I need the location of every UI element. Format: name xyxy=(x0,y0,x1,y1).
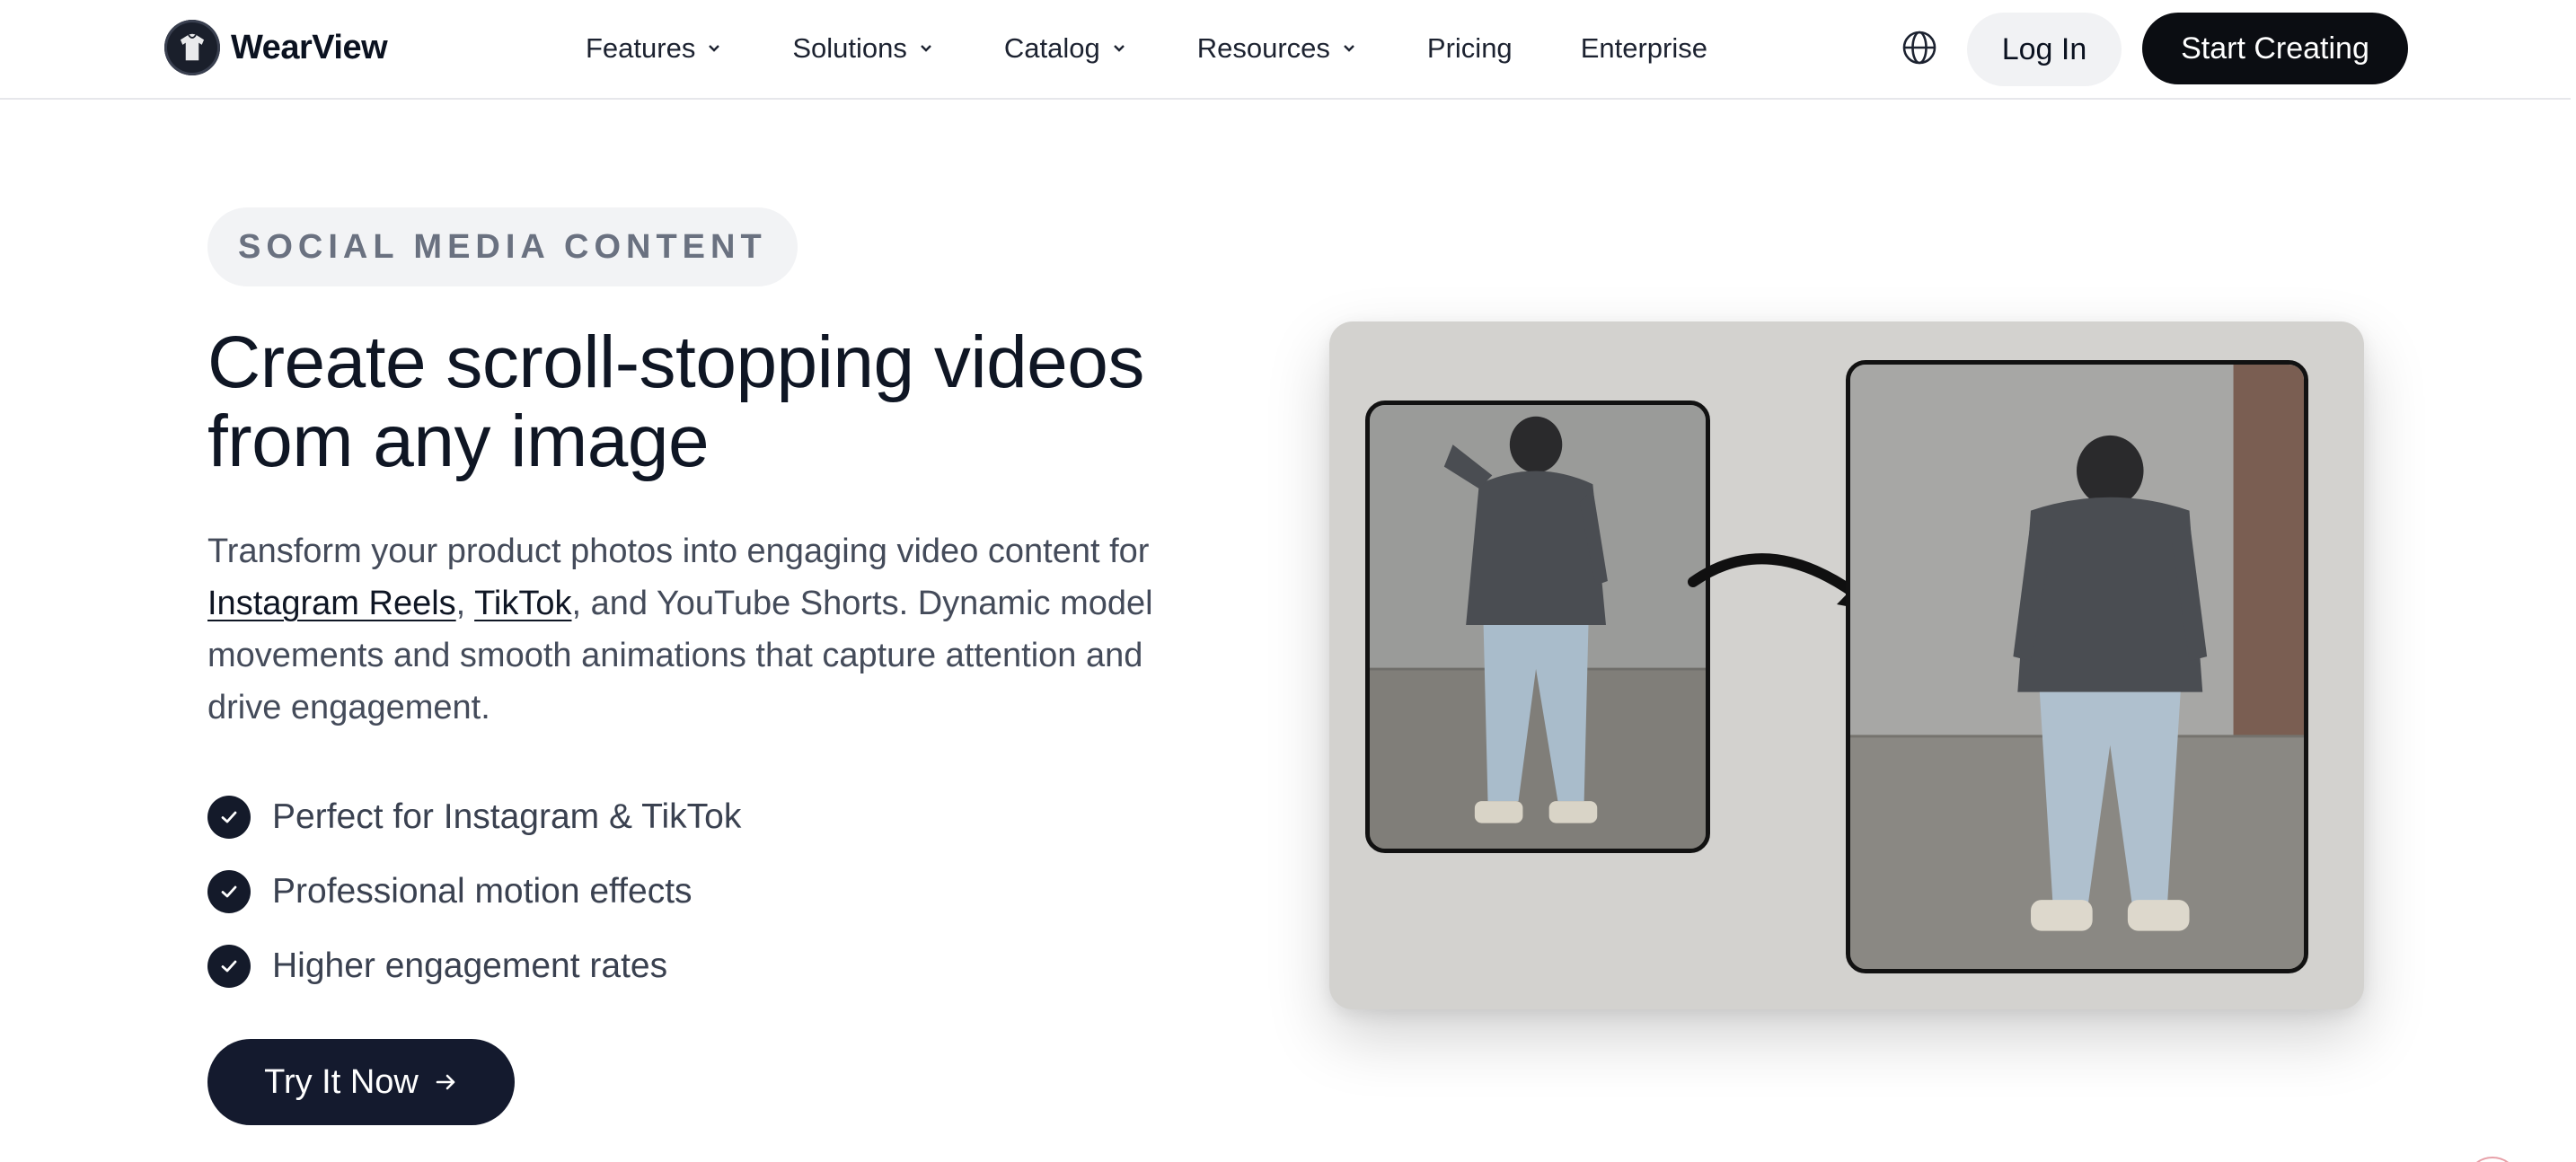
hoodie-logo-icon xyxy=(164,20,220,75)
headline-line-2: from any image xyxy=(207,401,710,482)
model-standing-hand-on-cap-photo xyxy=(1365,401,1710,853)
site-header: WearView Features Solutions Catalog Reso… xyxy=(0,0,2571,100)
nav-item-pricing[interactable]: Pricing xyxy=(1427,32,1513,65)
instagram-reels-link[interactable]: Instagram Reels xyxy=(207,585,456,622)
brand-name: WearView xyxy=(231,28,388,66)
feature-text: Professional motion effects xyxy=(272,871,693,911)
section-headline: Create scroll-stopping videos from any i… xyxy=(207,323,1249,481)
nav-item-catalog[interactable]: Catalog xyxy=(1004,32,1127,65)
list-item: Professional motion effects xyxy=(207,854,741,929)
nav-item-label: Solutions xyxy=(792,32,907,64)
check-circle-icon xyxy=(207,944,251,988)
section-description: Transform your product photos into engag… xyxy=(207,525,1160,734)
check-circle-icon xyxy=(207,795,251,839)
nav-item-features[interactable]: Features xyxy=(586,32,722,65)
description-lead: Transform your product photos into engag… xyxy=(207,533,1150,570)
feature-text: Perfect for Instagram & TikTok xyxy=(272,797,742,836)
check-circle-icon xyxy=(207,869,251,913)
floating-chat-button[interactable] xyxy=(2466,1157,2519,1162)
feature-text: Higher engagement rates xyxy=(272,946,668,985)
nav-item-label: Resources xyxy=(1196,32,1330,64)
nav-item-label: Pricing xyxy=(1426,32,1513,64)
list-item: Perfect for Instagram & TikTok xyxy=(207,779,741,854)
nav-item-label: Catalog xyxy=(1003,32,1100,64)
start-creating-button[interactable]: Start Creating xyxy=(2142,13,2408,84)
nav-item-resources[interactable]: Resources xyxy=(1197,32,1357,65)
before-after-visual-card xyxy=(1329,321,2364,1009)
page: WearView Features Solutions Catalog Reso… xyxy=(0,0,2576,1162)
chevron-down-icon xyxy=(706,43,722,54)
chevron-down-icon xyxy=(918,43,934,54)
chevron-down-icon xyxy=(1111,43,1127,54)
arrow-right-icon xyxy=(435,1072,458,1092)
headline-line-1: Create scroll-stopping videos xyxy=(207,321,1144,403)
description-separator: , xyxy=(455,585,475,622)
login-button[interactable]: Log In xyxy=(1967,13,2122,86)
model-looking-down-photo xyxy=(1846,360,2308,973)
feature-list: Perfect for Instagram & TikTok Professio… xyxy=(207,779,741,1003)
nav-item-label: Features xyxy=(586,32,696,64)
section-eyebrow-badge: SOCIAL MEDIA CONTENT xyxy=(207,207,798,286)
tiktok-link[interactable]: TikTok xyxy=(474,585,571,622)
brand-logo[interactable]: WearView xyxy=(164,20,388,75)
try-it-now-button[interactable]: Try It Now xyxy=(207,1039,515,1125)
list-item: Higher engagement rates xyxy=(207,929,741,1003)
chevron-down-icon xyxy=(1341,43,1357,54)
main-nav: Features Solutions Catalog Resources Pri… xyxy=(586,0,1776,97)
cta-label: Try It Now xyxy=(264,1062,419,1101)
nav-item-solutions[interactable]: Solutions xyxy=(792,32,934,65)
nav-item-enterprise[interactable]: Enterprise xyxy=(1581,32,1707,65)
globe-icon[interactable] xyxy=(1901,29,1938,66)
nav-item-label: Enterprise xyxy=(1580,32,1707,64)
